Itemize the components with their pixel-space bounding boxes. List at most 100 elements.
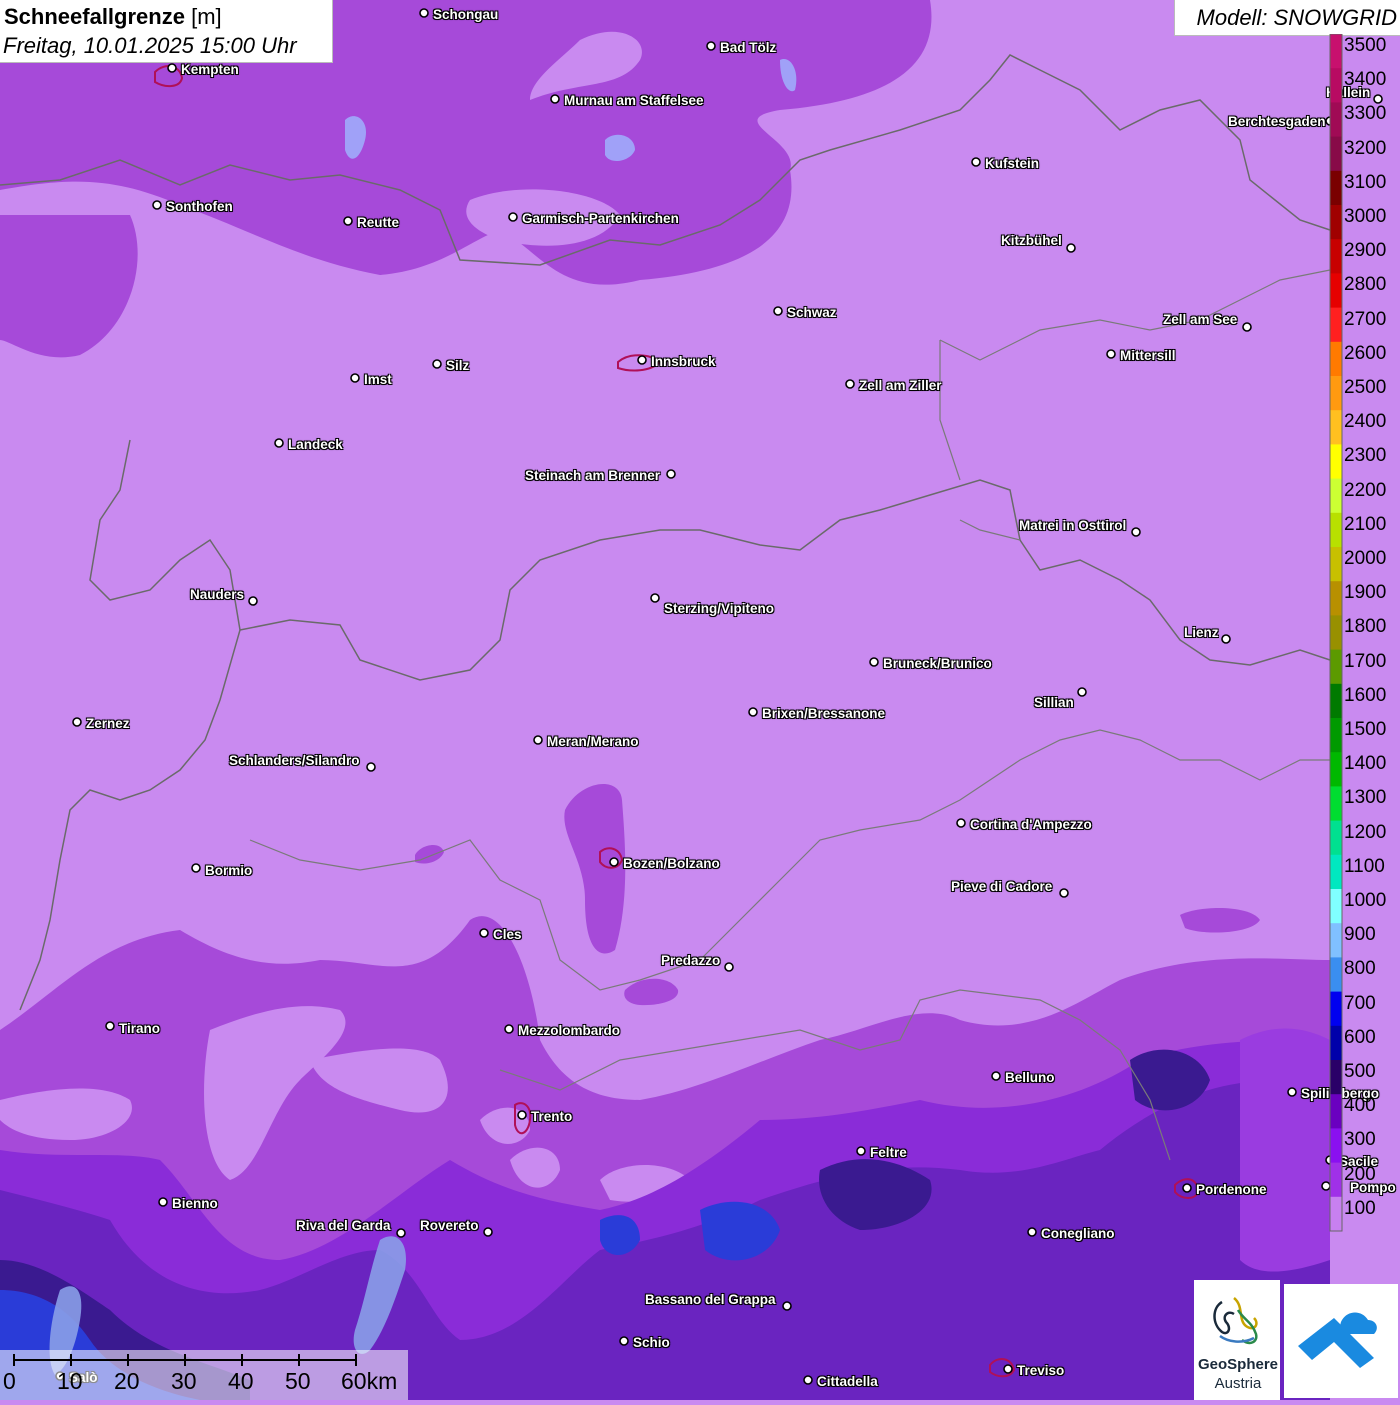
city-marker-meran-merano[interactable] — [533, 735, 543, 745]
city-marker-schwaz[interactable] — [773, 306, 783, 316]
city-marker-landeck[interactable] — [274, 438, 284, 448]
city-label-kempten[interactable]: Kempten — [181, 63, 239, 77]
city-marker-spilimbergo[interactable] — [1287, 1087, 1297, 1097]
city-label-treviso[interactable]: Treviso — [1017, 1364, 1064, 1378]
city-marker-schongau[interactable] — [419, 8, 429, 18]
city-marker-bruneck-brunico[interactable] — [869, 657, 879, 667]
city-marker-lienz[interactable] — [1221, 634, 1231, 644]
city-label-garmisch-partenkirchen[interactable]: Garmisch-Partenkirchen — [522, 212, 679, 226]
city-label-schio[interactable]: Schio — [633, 1336, 670, 1350]
city-label-nauders[interactable]: Nauders — [190, 588, 244, 602]
city-marker-pordenone[interactable] — [1182, 1183, 1192, 1193]
city-label-feltre[interactable]: Feltre — [870, 1146, 907, 1160]
city-label-bad-t-lz[interactable]: Bad Tölz — [720, 41, 776, 55]
city-label-meran-merano[interactable]: Meran/Merano — [547, 735, 639, 749]
city-label-matrei-in-osttirol[interactable]: Matrei in Osttirol — [1019, 519, 1126, 533]
city-marker-bienno[interactable] — [158, 1197, 168, 1207]
city-label-schlanders-silandro[interactable]: Schlanders/Silandro — [229, 754, 360, 768]
city-marker-cittadella[interactable] — [803, 1375, 813, 1385]
city-marker-bozen-bolzano[interactable] — [609, 857, 619, 867]
city-label-mezzolombardo[interactable]: Mezzolombardo — [518, 1024, 620, 1038]
city-label-schwaz[interactable]: Schwaz — [787, 306, 837, 320]
city-marker-belluno[interactable] — [991, 1071, 1001, 1081]
city-marker-tirano[interactable] — [105, 1021, 115, 1031]
city-marker-murnau-am-staffelsee[interactable] — [550, 94, 560, 104]
city-label-imst[interactable]: Imst — [364, 373, 392, 387]
city-label-cittadella[interactable]: Cittadella — [817, 1375, 878, 1389]
city-label-brixen-bressanone[interactable]: Brixen/Bressanone — [762, 707, 885, 721]
city-marker-zell-am-see[interactable] — [1242, 322, 1252, 332]
city-label-steinach-am-brenner[interactable]: Steinach am Brenner — [525, 469, 660, 483]
city-label-lienz[interactable]: Lienz — [1184, 626, 1219, 640]
city-marker-garmisch-partenkirchen[interactable] — [508, 212, 518, 222]
city-label-tirano[interactable]: Tirano — [119, 1022, 160, 1036]
city-label-pordenone[interactable]: Pordenone — [1196, 1183, 1267, 1197]
city-label-reutte[interactable]: Reutte — [357, 216, 399, 230]
city-label-bruneck-brunico[interactable]: Bruneck/Brunico — [883, 657, 992, 671]
city-marker-rovereto[interactable] — [483, 1227, 493, 1237]
city-marker-sterzing-vipiteno[interactable] — [650, 593, 660, 603]
city-marker-sillian[interactable] — [1077, 687, 1087, 697]
city-label-bassano-del-grappa[interactable]: Bassano del Grappa — [645, 1293, 776, 1307]
city-label-zell-am-ziller[interactable]: Zell am Ziller — [859, 379, 942, 393]
city-marker-imst[interactable] — [350, 373, 360, 383]
city-marker-kufstein[interactable] — [971, 157, 981, 167]
city-label-rovereto[interactable]: Rovereto — [420, 1219, 479, 1233]
city-label-cles[interactable]: Cles — [493, 928, 522, 942]
city-label-belluno[interactable]: Belluno — [1005, 1071, 1055, 1085]
city-label-murnau-am-staffelsee[interactable]: Murnau am Staffelsee — [564, 94, 704, 108]
city-marker-conegliano[interactable] — [1027, 1227, 1037, 1237]
city-marker-zell-am-ziller[interactable] — [845, 379, 855, 389]
city-marker-cortina-d-ampezzo[interactable] — [956, 818, 966, 828]
city-marker-schio[interactable] — [619, 1336, 629, 1346]
city-label-zernez[interactable]: Zernez — [86, 717, 130, 731]
city-marker-reutte[interactable] — [343, 216, 353, 226]
city-label-sterzing-vipiteno[interactable]: Sterzing/Vipiteno — [664, 602, 774, 616]
city-marker-bormio[interactable] — [191, 863, 201, 873]
city-marker-feltre[interactable] — [856, 1146, 866, 1156]
app-logo[interactable] — [1284, 1284, 1398, 1398]
city-label-predazzo[interactable]: Predazzo — [661, 954, 720, 968]
city-label-trento[interactable]: Trento — [531, 1110, 572, 1124]
city-marker-kitzb-hel[interactable] — [1066, 243, 1076, 253]
city-marker-bad-t-lz[interactable] — [706, 41, 716, 51]
city-label-schongau[interactable]: Schongau — [433, 8, 498, 22]
city-marker-nauders[interactable] — [248, 596, 258, 606]
city-label-zell-am-see[interactable]: Zell am See — [1163, 313, 1237, 327]
city-marker-treviso[interactable] — [1003, 1364, 1013, 1374]
city-label-kufstein[interactable]: Kufstein — [985, 157, 1039, 171]
city-label-bozen-bolzano[interactable]: Bozen/Bolzano — [623, 857, 720, 871]
city-label-pieve-di-cadore[interactable]: Pieve di Cadore — [951, 880, 1052, 894]
city-label-innsbruck[interactable]: Innsbruck — [651, 355, 716, 369]
city-label-mittersill[interactable]: Mittersill — [1120, 349, 1176, 363]
city-marker-predazzo[interactable] — [724, 962, 734, 972]
city-marker-silz[interactable] — [432, 359, 442, 369]
city-label-sonthofen[interactable]: Sonthofen — [166, 200, 233, 214]
city-marker-matrei-in-osttirol[interactable] — [1131, 527, 1141, 537]
city-marker-brixen-bressanone[interactable] — [748, 707, 758, 717]
city-label-riva-del-garda[interactable]: Riva del Garda — [296, 1219, 391, 1233]
city-marker-innsbruck[interactable] — [637, 355, 647, 365]
city-marker-zernez[interactable] — [72, 717, 82, 727]
city-label-bormio[interactable]: Bormio — [205, 864, 252, 878]
legend-swatch-2700 — [1330, 307, 1342, 343]
city-marker-trento[interactable] — [517, 1110, 527, 1120]
city-marker-sonthofen[interactable] — [152, 200, 162, 210]
city-label-kitzb-hel[interactable]: Kitzbühel — [1001, 234, 1062, 248]
city-label-landeck[interactable]: Landeck — [288, 438, 343, 452]
city-marker-kempten[interactable] — [167, 63, 177, 73]
city-label-cortina-d-ampezzo[interactable]: Cortina d'Ampezzo — [970, 818, 1092, 832]
city-marker-riva-del-garda[interactable] — [396, 1228, 406, 1238]
city-marker-mittersill[interactable] — [1106, 349, 1116, 359]
city-label-silz[interactable]: Silz — [446, 359, 469, 373]
city-label-conegliano[interactable]: Conegliano — [1041, 1227, 1115, 1241]
city-marker-bassano-del-grappa[interactable] — [782, 1301, 792, 1311]
city-marker-mezzolombardo[interactable] — [504, 1024, 514, 1034]
city-label-sillian[interactable]: Sillian — [1034, 696, 1074, 710]
city-marker-steinach-am-brenner[interactable] — [666, 469, 676, 479]
city-label-berchtesgaden[interactable]: Berchtesgaden — [1228, 115, 1326, 129]
city-label-bienno[interactable]: Bienno — [172, 1197, 218, 1211]
city-marker-schlanders-silandro[interactable] — [366, 762, 376, 772]
city-marker-cles[interactable] — [479, 928, 489, 938]
city-marker-pieve-di-cadore[interactable] — [1059, 888, 1069, 898]
